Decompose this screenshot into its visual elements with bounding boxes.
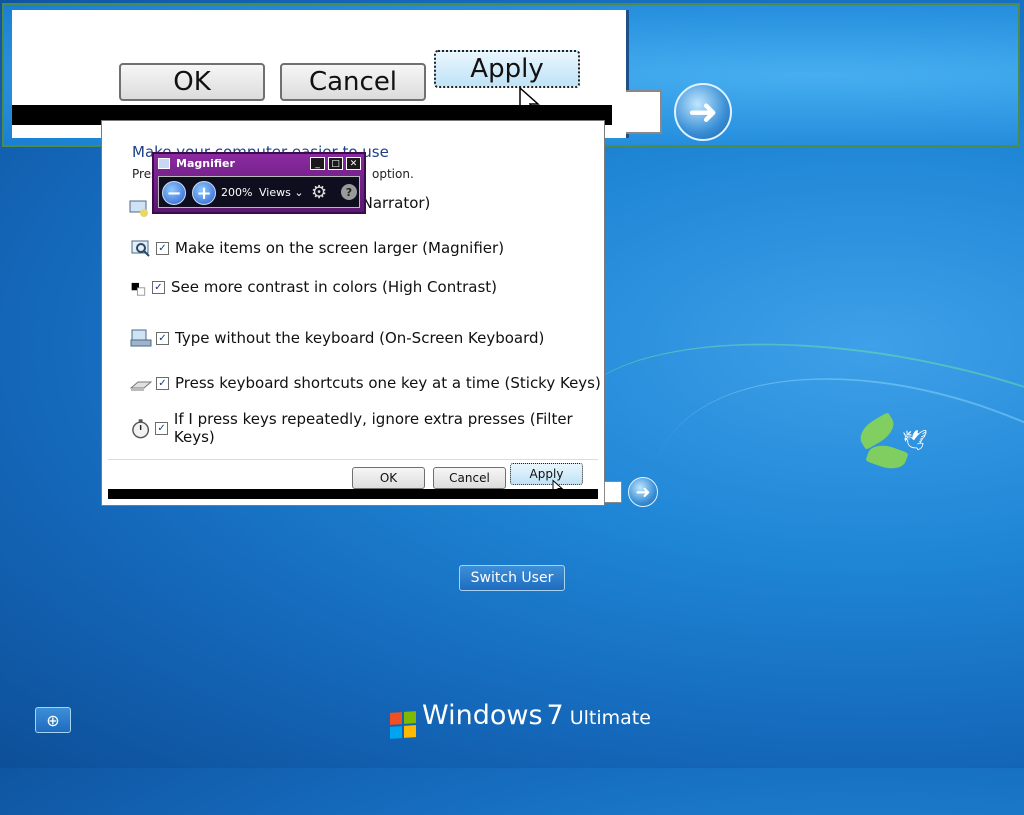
option-sticky-keys[interactable]: ✓ Press keyboard shortcuts one key at a … <box>130 371 601 395</box>
password-field[interactable] <box>604 481 622 503</box>
zoomed-go-arrow-icon[interactable]: ➜ <box>674 83 732 141</box>
keyboard-icon <box>130 329 152 347</box>
desktop-bird: 🕊 <box>902 428 928 452</box>
gear-icon[interactable]: ⚙ <box>311 182 327 203</box>
windows-branding: Windows 7 Ultimate <box>390 700 651 739</box>
narrator-icon <box>129 200 148 217</box>
zoomed-dialog: OK Cancel Apply <box>12 10 629 138</box>
zoomed-dialog-footer: OK Cancel Apply <box>12 10 612 119</box>
checkbox[interactable]: ✓ <box>155 421 168 435</box>
magnifier-app-icon <box>158 158 170 169</box>
windows-logo-icon <box>390 711 416 739</box>
cancel-button[interactable]: Cancel <box>433 467 506 489</box>
option-filter-keys[interactable]: ✓ If I press keys repeatedly, ignore ext… <box>130 410 604 446</box>
sticky-keys-icon <box>130 381 152 391</box>
brand-edition: Ultimate <box>569 707 651 729</box>
option-on-screen-keyboard[interactable]: ✓ Type without the keyboard (On-Screen K… <box>130 326 544 350</box>
dialog-separator <box>108 459 598 460</box>
apply-button[interactable]: Apply <box>510 463 583 485</box>
brand-version: 7 <box>546 700 564 731</box>
magnifier-title: Magnifier <box>176 157 235 170</box>
dialog-bottom-bar <box>108 489 598 499</box>
ok-button[interactable]: OK <box>352 467 425 489</box>
chevron-down-icon: ⌄ <box>294 186 304 199</box>
high-contrast-icon <box>131 282 146 296</box>
option-label: Make items on the screen larger (Magnifi… <box>175 239 505 257</box>
magnifier-toolbar: − + 200% Views ⌄ ⚙ ? <box>158 176 360 208</box>
magnifier-icon <box>131 240 150 257</box>
option-label: Press keyboard shortcuts one key at a ti… <box>175 374 601 392</box>
zoomed-apply-button[interactable]: Apply <box>434 50 580 88</box>
checkbox[interactable]: ✓ <box>156 376 169 390</box>
maximize-button[interactable]: □ <box>328 157 343 170</box>
stopwatch-icon <box>132 419 150 439</box>
zoomed-cancel-button[interactable]: Cancel <box>280 63 426 101</box>
zoomed-password-field[interactable] <box>626 90 662 134</box>
checkbox[interactable]: ✓ <box>156 241 169 255</box>
help-icon[interactable]: ? <box>341 184 357 200</box>
views-label: Views <box>259 186 291 199</box>
minimize-button[interactable]: _ <box>310 157 325 170</box>
close-button[interactable]: ✕ <box>346 157 361 170</box>
checkbox[interactable]: ✓ <box>156 331 169 345</box>
zoom-in-button[interactable]: + <box>192 181 216 205</box>
brand-windows: Windows <box>422 700 543 731</box>
zoom-level: 200% <box>221 186 253 199</box>
zoomed-ok-button[interactable]: OK <box>119 63 265 101</box>
option-label: See more contrast in colors (High Contra… <box>171 278 498 296</box>
ease-of-access-button[interactable]: ⊕ <box>35 707 71 733</box>
magnifier-window: Magnifier _ □ ✕ − + 200% Views ⌄ ⚙ ? <box>152 152 366 214</box>
views-dropdown[interactable]: Views ⌄ <box>259 186 304 199</box>
option-magnifier[interactable]: ✓ Make items on the screen larger (Magni… <box>130 236 504 260</box>
option-label: If I press keys repeatedly, ignore extra… <box>173 410 573 446</box>
zoom-out-button[interactable]: − <box>162 181 186 205</box>
option-label: Type without the keyboard (On-Screen Key… <box>175 329 545 347</box>
ease-of-access-icon: ⊕ <box>46 710 60 730</box>
option-high-contrast[interactable]: ✓ See more contrast in colors (High Cont… <box>130 275 497 299</box>
switch-user-button[interactable]: Switch User <box>459 565 565 591</box>
go-arrow-icon[interactable]: ➜ <box>628 477 658 507</box>
checkbox[interactable]: ✓ <box>152 280 165 294</box>
dialog-instruction-end: option. <box>372 167 414 181</box>
